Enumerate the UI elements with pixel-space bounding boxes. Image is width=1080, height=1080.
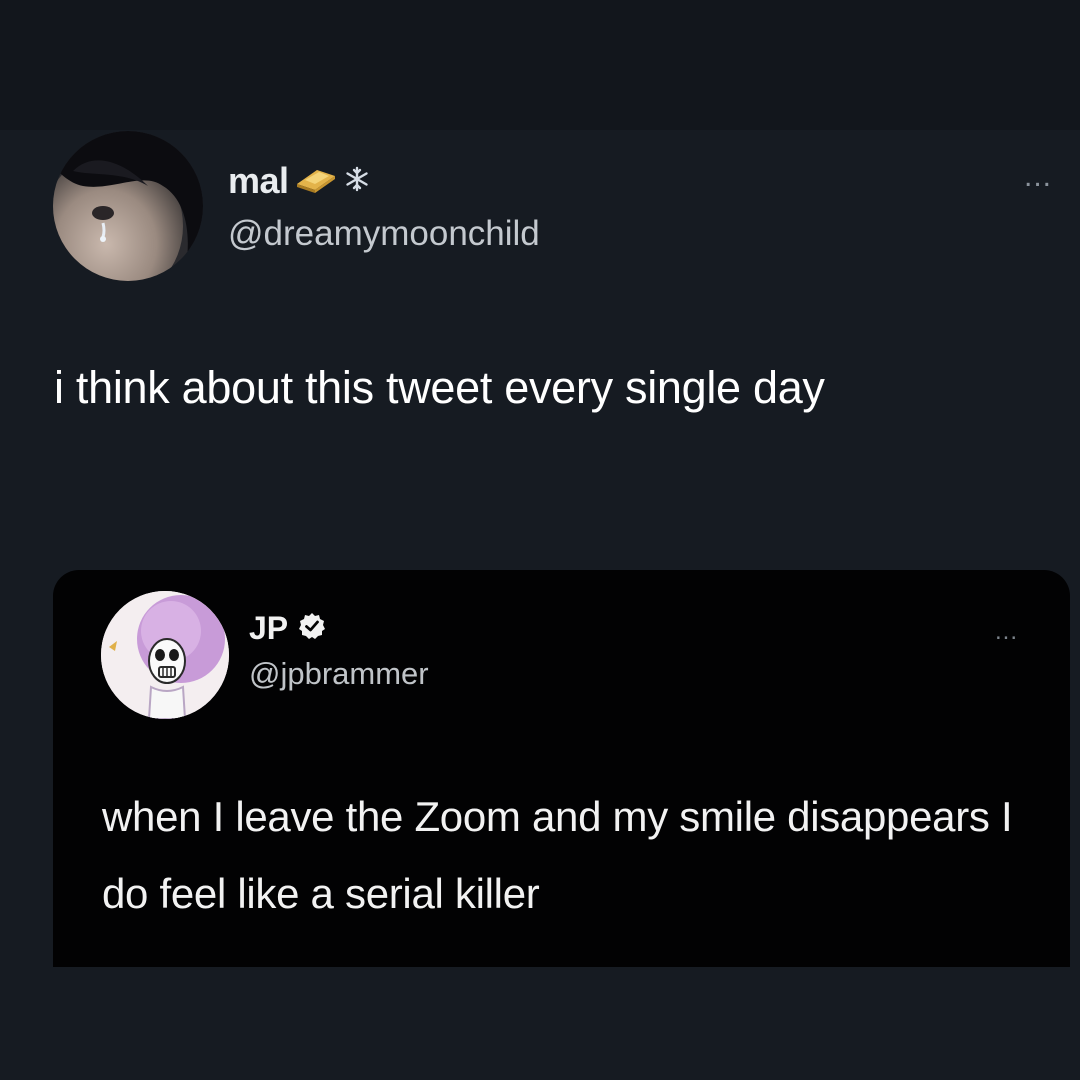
author-handle[interactable]: @dreamymoonchild (228, 214, 540, 254)
quoted-more-options-icon[interactable]: ... (995, 620, 1018, 644)
tweet-text: i think about this tweet every single da… (54, 362, 825, 413)
snowflake-icon (343, 165, 371, 198)
avatar-illustration (101, 591, 229, 719)
more-options-icon[interactable]: ... (1024, 162, 1052, 192)
verified-badge-icon (298, 612, 326, 645)
quoted-author-handle[interactable]: @jpbrammer (249, 656, 429, 692)
quoted-author-display-name[interactable]: JP (249, 610, 288, 647)
quoted-author-name-row: JP (249, 610, 326, 647)
gold-bar-icon (295, 164, 337, 199)
author-name-row: mal (228, 160, 371, 202)
author-display-name[interactable]: mal (228, 160, 289, 202)
quoted-tweet-text: when I leave the Zoom and my smile disap… (102, 793, 1013, 917)
quoted-author-avatar[interactable] (101, 591, 229, 719)
top-band (0, 0, 1080, 130)
avatar-photo (53, 131, 203, 281)
author-avatar[interactable] (53, 131, 203, 281)
quoted-tweet-card[interactable]: JP @jpbrammer ... when I leave the Zoom … (53, 570, 1070, 967)
